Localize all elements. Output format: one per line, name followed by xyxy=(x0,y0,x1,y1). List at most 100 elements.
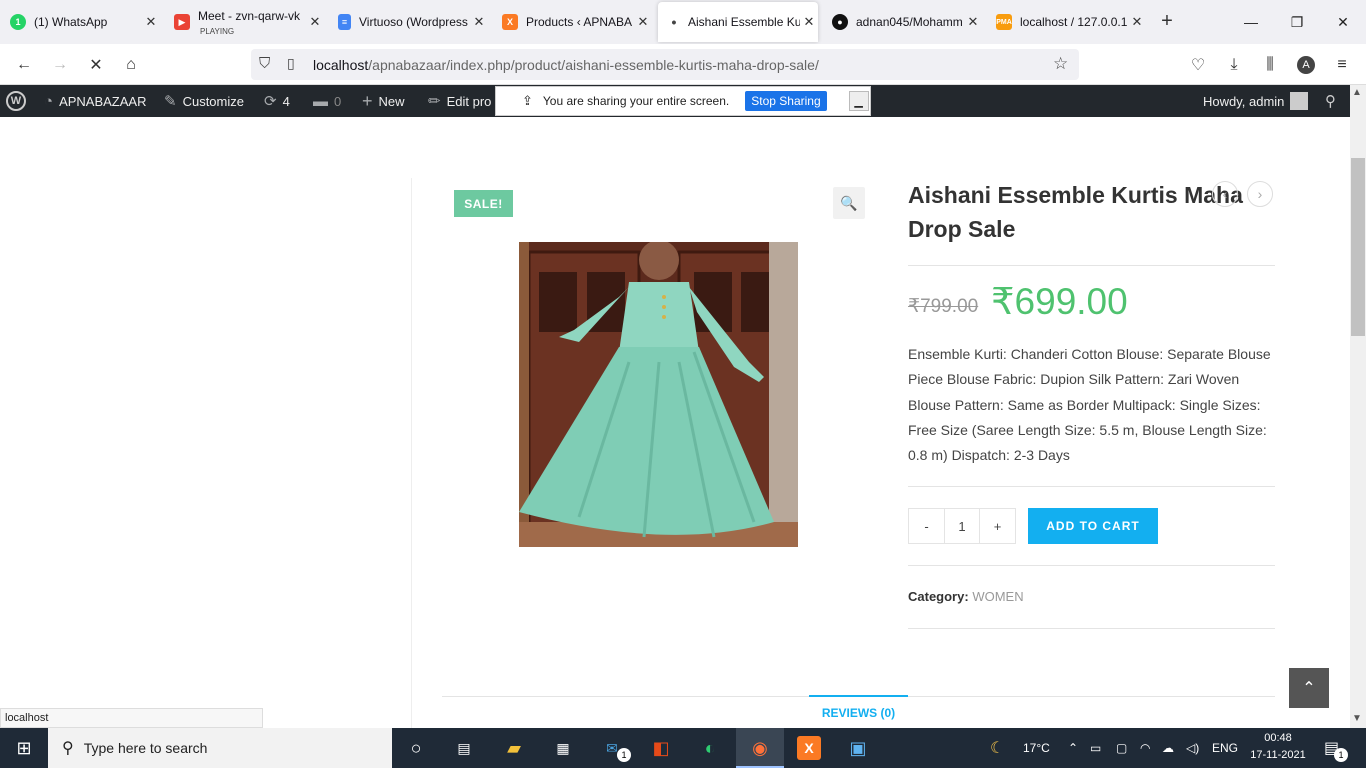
new-tab-button[interactable]: + xyxy=(1155,10,1179,34)
url-text[interactable]: localhost/apnabazaar/index.php/product/a… xyxy=(313,57,819,73)
bookmark-star-icon[interactable]: ☆ xyxy=(1053,54,1068,74)
tab-meet[interactable]: ▶ Meet - zvn-qarw-vk PLAYING ✕ xyxy=(164,2,324,42)
tab-docs[interactable]: ≡ Virtuoso (Wordpress ✕ xyxy=(328,2,488,42)
forward-button[interactable]: → xyxy=(47,52,73,78)
next-product-icon[interactable]: › xyxy=(1247,181,1273,207)
mail-badge: 1 xyxy=(617,748,631,762)
tab-reviews[interactable]: REVIEWS (0) xyxy=(809,695,908,728)
weather-icon[interactable]: ☾ xyxy=(990,728,1004,768)
wp-edit-link[interactable]: ✏ Edit pro xyxy=(428,85,491,117)
firefox-icon[interactable]: ◉ xyxy=(748,736,772,760)
weather-temp[interactable]: 17°C xyxy=(1023,728,1050,768)
divider xyxy=(908,265,1275,266)
office-icon[interactable]: ◧ xyxy=(649,736,673,760)
tab-products[interactable]: X Products ‹ APNABA ✕ xyxy=(492,2,652,42)
task-view-icon[interactable]: ▤ xyxy=(452,736,476,760)
shield-icon[interactable]: ⛉ xyxy=(259,55,270,72)
volume-icon[interactable]: ◁) xyxy=(1186,728,1199,768)
minimize-button[interactable]: — xyxy=(1228,0,1274,44)
wordpress-logo-icon[interactable]: W xyxy=(6,85,26,117)
prev-product-icon[interactable]: ‹ xyxy=(1212,181,1238,207)
photos-icon[interactable]: ▣ xyxy=(846,736,870,760)
close-window-button[interactable]: ✕ xyxy=(1320,0,1366,44)
tab-title: (1) WhatsApp xyxy=(34,15,108,29)
close-icon[interactable]: ✕ xyxy=(306,14,324,30)
back-button[interactable]: ← xyxy=(11,52,37,78)
clock-time[interactable]: 00:48 xyxy=(1250,732,1306,744)
add-to-cart-button[interactable]: ADD TO CART xyxy=(1028,508,1158,544)
whatsapp-icon: 1 xyxy=(10,14,26,30)
search-icon: ⚲ xyxy=(62,740,74,757)
cortana-icon[interactable]: ○ xyxy=(404,736,428,760)
github-icon: ● xyxy=(832,14,848,30)
regular-price: ₹799.00 xyxy=(908,296,979,317)
wp-customize-link[interactable]: ✎ Customize xyxy=(164,85,244,117)
zoom-magnifier-icon[interactable]: 🔍 xyxy=(833,187,865,219)
meet-now-icon[interactable]: ▢ xyxy=(1116,728,1127,768)
meet-icon: ▶ xyxy=(174,14,190,30)
minimize-share-button[interactable]: ▁ xyxy=(848,91,869,111)
search-icon[interactable]: ⚲ xyxy=(1325,85,1336,117)
store-icon[interactable]: ▦ xyxy=(551,736,575,760)
product-category: Category: WOMEN xyxy=(908,589,1024,604)
taskbar-search[interactable]: ⚲ Type here to search xyxy=(48,728,392,768)
close-icon[interactable]: ✕ xyxy=(800,14,818,30)
scrollbar-thumb[interactable] xyxy=(1351,158,1365,336)
tab-whatsapp[interactable]: 1 (1) WhatsApp ✕ xyxy=(0,2,160,42)
file-explorer-icon[interactable]: ▰ xyxy=(502,736,526,760)
sale-badge: SALE! xyxy=(454,190,513,217)
status-bar-url: localhost xyxy=(0,708,263,728)
download-icon[interactable]: ⤓ xyxy=(1221,52,1247,78)
tab-aishani-active[interactable]: • Aishani Essemble Ku ✕ xyxy=(658,2,818,42)
onedrive-icon[interactable]: ☁ xyxy=(1162,728,1174,768)
edit-label: Edit pro xyxy=(446,93,492,109)
tab-phpmyadmin[interactable]: PMA localhost / 127.0.0.1 ✕ xyxy=(986,2,1146,42)
wp-howdy-account[interactable]: Howdy, admin xyxy=(1203,85,1309,117)
home-button[interactable]: ⌂ xyxy=(118,52,144,78)
close-icon[interactable]: ✕ xyxy=(964,14,982,30)
wp-new-link[interactable]: + New xyxy=(362,85,405,117)
address-bar[interactable]: ⛉ ▯ localhost/apnabazaar/index.php/produ… xyxy=(251,49,1079,80)
language-indicator[interactable]: ENG xyxy=(1212,728,1238,768)
wp-site-link[interactable]: ◔ APNABAZAAR xyxy=(44,85,146,117)
category-link[interactable]: WOMEN xyxy=(972,589,1023,604)
close-icon[interactable]: ✕ xyxy=(634,14,652,30)
tab-playing-label: PLAYING xyxy=(200,27,235,36)
menu-icon[interactable]: ≡ xyxy=(1329,52,1355,78)
product-image[interactable] xyxy=(519,242,798,547)
tab-title: Products ‹ APNABA xyxy=(526,15,633,29)
scroll-down-icon[interactable]: ▼ xyxy=(1352,713,1362,724)
chevron-up-icon[interactable]: ⌃ xyxy=(1068,728,1078,768)
close-icon[interactable]: ✕ xyxy=(470,14,488,30)
restore-button[interactable]: ❐ xyxy=(1274,0,1320,44)
quantity-input[interactable]: 1 xyxy=(944,508,980,544)
xampp-icon[interactable]: X xyxy=(797,736,821,760)
library-icon[interactable]: ⫼ xyxy=(1257,52,1283,78)
stop-sharing-button[interactable]: Stop Sharing xyxy=(745,91,827,111)
battery-icon[interactable]: ▭ xyxy=(1090,728,1101,768)
stop-loading-button[interactable]: ✕ xyxy=(83,52,109,78)
scroll-to-top-button[interactable]: ⌃ xyxy=(1289,668,1329,708)
quantity-plus-button[interactable]: + xyxy=(979,508,1016,544)
wp-updates-link[interactable]: ⟳ 4 xyxy=(264,85,290,117)
phpmyadmin-icon: PMA xyxy=(996,14,1012,30)
windows-taskbar: ⊞ ⚲ Type here to search ○ ▤ ▰ ▦ ✉ 1 ◧ ◐ … xyxy=(0,728,1366,768)
windows-start-icon[interactable]: ⊞ xyxy=(12,736,36,760)
pencil-icon: ✏ xyxy=(428,93,441,110)
wifi-icon[interactable]: ◠ xyxy=(1140,728,1150,768)
scroll-up-icon[interactable]: ▲ xyxy=(1352,87,1362,98)
close-icon[interactable]: ✕ xyxy=(1128,14,1146,30)
wp-comments-link[interactable]: ▬ 0 xyxy=(313,85,341,117)
edge-icon[interactable]: ◐ xyxy=(698,736,722,760)
site-name: APNABAZAAR xyxy=(59,93,147,109)
divider xyxy=(908,628,1275,629)
comment-icon: ▬ xyxy=(313,92,328,110)
pocket-icon[interactable]: ♡ xyxy=(1185,52,1211,78)
account-avatar[interactable]: A xyxy=(1293,52,1319,78)
url-host: localhost xyxy=(313,57,369,73)
clock-date[interactable]: 17-11-2021 xyxy=(1248,749,1308,761)
tab-github[interactable]: ● adnan045/Mohamm ✕ xyxy=(822,2,982,42)
url-path: /apnabazaar/index.php/product/aishani-es… xyxy=(368,57,819,73)
close-icon[interactable]: ✕ xyxy=(142,14,160,30)
quantity-minus-button[interactable]: - xyxy=(908,508,945,544)
